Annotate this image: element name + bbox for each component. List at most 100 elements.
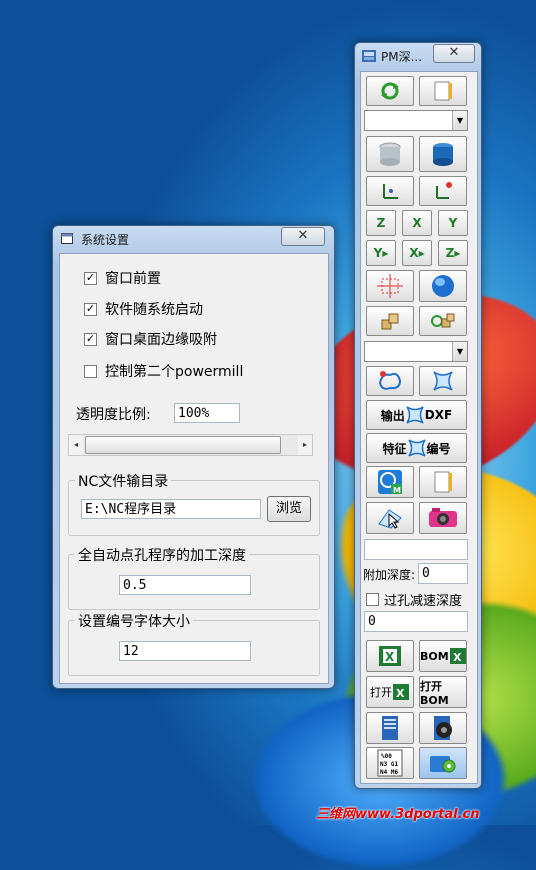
- move-part-button[interactable]: [366, 306, 414, 336]
- camera-icon: [429, 508, 457, 527]
- boundary-button[interactable]: [366, 366, 414, 396]
- refresh-part-button[interactable]: [419, 306, 467, 336]
- checkbox-unchecked-icon[interactable]: [366, 593, 379, 606]
- globe-button[interactable]: [419, 270, 467, 302]
- option-edge-snap[interactable]: ✓ 窗口桌面边缘吸附: [84, 329, 217, 349]
- toolbar-text-field[interactable]: [364, 539, 468, 560]
- rotate-x-button[interactable]: X▸: [402, 240, 432, 266]
- browse-button[interactable]: 浏览: [267, 496, 311, 522]
- rotate-z-button[interactable]: Z▸: [438, 240, 468, 266]
- workplane-button[interactable]: [366, 176, 414, 206]
- snapshot-button[interactable]: [419, 502, 467, 534]
- stock-solid-button[interactable]: [419, 136, 467, 172]
- via-slow-input[interactable]: 0: [364, 611, 468, 632]
- via-slow-option[interactable]: 过孔减速深度: [366, 590, 462, 609]
- document-blue-button[interactable]: [366, 712, 414, 744]
- pm-close-button[interactable]: ✕: [433, 44, 475, 63]
- star-shape-icon: [407, 439, 426, 457]
- nc-code-icon: %00 N3 G1 N4 M6: [377, 749, 403, 777]
- document-disk-button[interactable]: [419, 712, 467, 744]
- macro-button[interactable]: M: [366, 466, 414, 498]
- opacity-label: 透明度比例:: [76, 407, 151, 423]
- macro-m-icon: M: [378, 470, 402, 495]
- slider-thumb[interactable]: [85, 436, 281, 454]
- checkbox-checked-icon[interactable]: ✓: [84, 271, 97, 285]
- open-bom-label: 打开BOM: [420, 679, 449, 707]
- option-window-topmost[interactable]: ✓ 窗口前置: [84, 268, 161, 288]
- toolbar-combo-2[interactable]: ▼: [364, 341, 468, 362]
- via-slow-label: 过孔减速深度: [384, 594, 463, 609]
- option-label: 软件随系统启动: [105, 302, 203, 318]
- opacity-input[interactable]: 100%: [174, 403, 240, 423]
- checkbox-checked-icon[interactable]: ✓: [84, 332, 97, 346]
- excel-icon: X: [379, 646, 401, 666]
- view-z-button[interactable]: Z: [366, 210, 396, 236]
- refresh-blocks-icon: [431, 313, 455, 328]
- checkbox-checked-icon[interactable]: ✓: [84, 302, 97, 316]
- y-arrow-icon: Y▸: [373, 246, 389, 260]
- notepad-2-button[interactable]: [419, 466, 467, 498]
- depth-group: 全自动点孔程序的加工深度 0.5: [68, 545, 320, 610]
- disk-document-icon: [434, 716, 452, 740]
- opacity-slider[interactable]: ◂ ▸: [68, 434, 313, 456]
- nc-code-button[interactable]: %00 N3 G1 N4 M6: [366, 747, 414, 779]
- dropdown-arrow-icon[interactable]: ▼: [452, 111, 467, 130]
- font-size-input[interactable]: 12: [119, 641, 251, 661]
- number-label: 编号: [426, 441, 451, 456]
- view-y-button[interactable]: Y: [438, 210, 468, 236]
- workplane-new-button[interactable]: [419, 176, 467, 206]
- excel-export-button[interactable]: X: [366, 640, 414, 672]
- x-arrow-icon: X▸: [409, 246, 425, 260]
- refresh-button[interactable]: [366, 76, 414, 106]
- stock-transparent-button[interactable]: [366, 136, 414, 172]
- open-excel-button[interactable]: 打开 X: [366, 676, 414, 708]
- close-button[interactable]: ✕: [281, 227, 325, 246]
- notepad-button[interactable]: [419, 76, 467, 106]
- font-size-group-title: 设置编号字体大小: [75, 611, 193, 631]
- star-boundary-button[interactable]: [419, 366, 467, 396]
- extra-depth-label: 附加深度:: [363, 568, 416, 582]
- settings-titlebar[interactable]: 系统设置 ✕: [53, 226, 334, 250]
- cylinder-gray-icon: [379, 142, 401, 166]
- dropdown-arrow-icon[interactable]: ▼: [452, 342, 467, 361]
- toolbar-combo-1[interactable]: ▼: [364, 110, 468, 131]
- star-shape-icon: [406, 406, 424, 424]
- dxf-label: DXF: [424, 408, 453, 422]
- export-dxf-button[interactable]: 输出 DXF: [366, 400, 467, 430]
- bom-excel-button[interactable]: BOM X: [419, 640, 467, 672]
- depth-group-title: 全自动点孔程序的加工深度: [75, 545, 249, 565]
- extra-depth-input[interactable]: 0: [418, 563, 468, 584]
- settings-window: 系统设置 ✕ ✓ 窗口前置 ✓ 软件随系统启动 ✓ 窗口桌面边缘吸附 控制第二个…: [52, 225, 335, 689]
- select-cursor-button[interactable]: [366, 502, 414, 534]
- rotate-y-button[interactable]: Y▸: [366, 240, 396, 266]
- depth-input[interactable]: 0.5: [119, 575, 251, 595]
- pm-titlebar[interactable]: PM深... ✕: [355, 43, 481, 67]
- settings-client: ✓ 窗口前置 ✓ 软件随系统启动 ✓ 窗口桌面边缘吸附 控制第二个powermi…: [59, 253, 329, 684]
- pm-title: PM深...: [381, 50, 423, 64]
- blocks-icon: [381, 313, 399, 330]
- feature-number-button[interactable]: 特征 编号: [366, 433, 467, 463]
- window-icon: [61, 233, 73, 244]
- svg-text:M: M: [393, 486, 401, 495]
- notepad-icon: [434, 81, 452, 101]
- star-shape-icon: [433, 371, 453, 391]
- axis-new-icon: [436, 182, 452, 199]
- align-center-button[interactable]: [366, 270, 414, 302]
- open-label: 打开: [370, 686, 392, 699]
- nc-dir-input[interactable]: E:\NC程序目录: [81, 499, 261, 519]
- nc-code-line-3: N4 M6: [380, 769, 398, 776]
- boundary-shape-icon: [378, 371, 402, 390]
- nc-code-line-2: N3 G1: [380, 761, 398, 768]
- settings-gear-button[interactable]: [419, 747, 467, 779]
- view-x-button[interactable]: X: [402, 210, 432, 236]
- scroll-right-icon[interactable]: ▸: [298, 435, 312, 455]
- close-icon: ✕: [448, 45, 460, 60]
- folder-gear-icon: [430, 756, 456, 773]
- scroll-left-icon[interactable]: ◂: [69, 435, 83, 455]
- checkbox-unchecked-icon[interactable]: [84, 364, 97, 378]
- nc-dir-group-title: NC文件输目录: [75, 471, 172, 491]
- option-second-powermill[interactable]: 控制第二个powermill: [84, 361, 243, 381]
- open-bom-button[interactable]: 打开BOM: [419, 676, 467, 708]
- option-autostart[interactable]: ✓ 软件随系统启动: [84, 299, 203, 319]
- blue-document-icon: [382, 716, 398, 740]
